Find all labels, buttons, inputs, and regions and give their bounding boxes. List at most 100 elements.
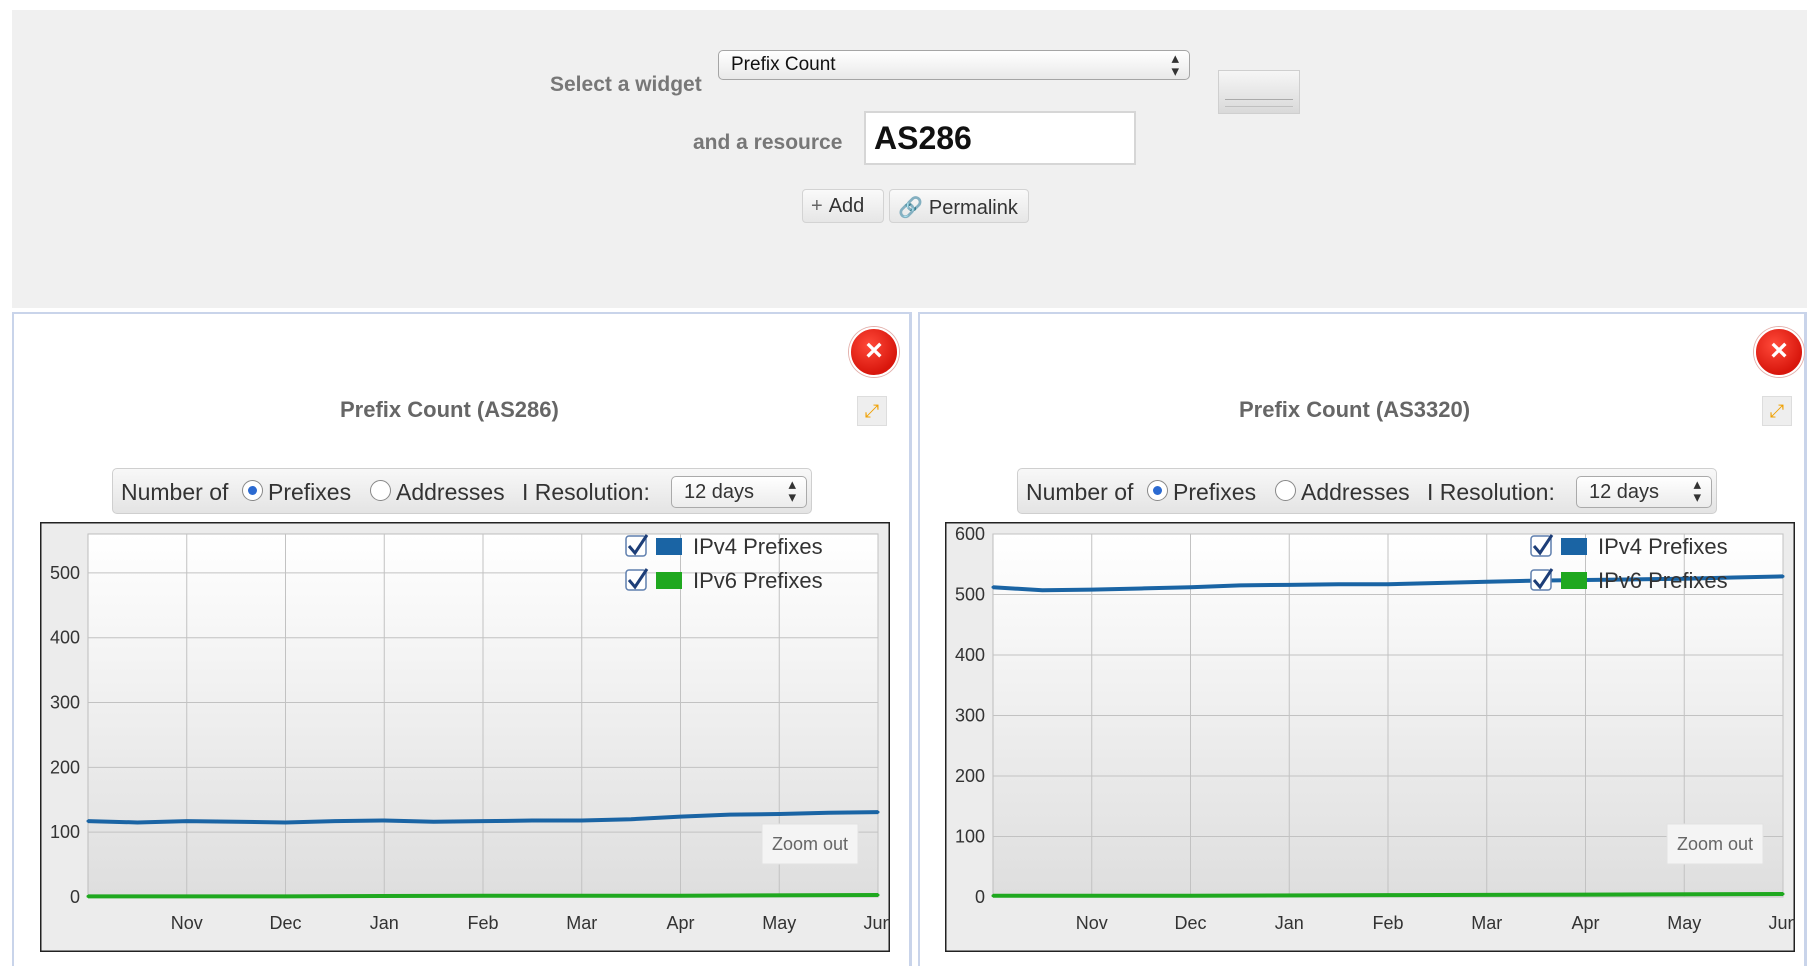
data-point: [333, 819, 337, 823]
x-tick-label: Jun: [863, 913, 890, 933]
expand-widget-button[interactable]: ⤢: [1762, 396, 1792, 426]
close-widget-button[interactable]: ×: [1754, 327, 1804, 377]
chart-options-toolbar: Number of Prefixes Addresses I Resolutio…: [1017, 468, 1717, 514]
prefixes-radio[interactable]: [1147, 480, 1168, 501]
y-tick-label: 0: [70, 887, 80, 907]
data-point: [1781, 574, 1785, 578]
legend-swatch: [656, 572, 682, 589]
y-tick-label: 500: [50, 563, 80, 583]
legend-label: IPv6 Prefixes: [693, 568, 823, 593]
y-tick-label: 200: [955, 766, 985, 786]
addresses-radio[interactable]: [370, 480, 391, 501]
x-tick-label: Nov: [1076, 913, 1108, 933]
y-tick-label: 0: [975, 887, 985, 907]
widget-preview-thumbnail: [1218, 70, 1300, 114]
data-point: [530, 819, 534, 823]
data-point: [728, 813, 732, 817]
resolution-label: I Resolution:: [1427, 479, 1555, 505]
x-tick-label: Apr: [1571, 913, 1599, 933]
y-tick-label: 600: [955, 524, 985, 544]
data-point: [1189, 894, 1192, 898]
data-point: [1337, 582, 1341, 586]
data-point: [185, 819, 189, 823]
x-tick-label: Feb: [1372, 913, 1403, 933]
y-tick-label: 400: [955, 645, 985, 665]
legend-label: IPv4 Prefixes: [1598, 534, 1728, 559]
number-of-label: Number of: [121, 479, 229, 505]
data-point: [1584, 893, 1587, 897]
y-tick-label: 500: [955, 585, 985, 605]
x-tick-label: Dec: [1174, 913, 1206, 933]
y-tick-label: 100: [50, 822, 80, 842]
data-point: [481, 819, 485, 823]
x-tick-label: Dec: [269, 913, 301, 933]
data-point: [86, 819, 90, 823]
addresses-label: Addresses: [396, 479, 505, 505]
resolution-label: I Resolution:: [522, 479, 650, 505]
close-widget-button[interactable]: ×: [849, 327, 899, 377]
number-of-label: Number of: [1026, 479, 1134, 505]
data-point: [876, 893, 880, 897]
legend-swatch: [1561, 572, 1587, 589]
data-point: [432, 820, 436, 824]
select-arrows-icon: ▴ ▾: [1693, 476, 1701, 506]
prefixes-radio[interactable]: [242, 480, 263, 501]
data-point: [86, 894, 90, 898]
select-arrows-icon: ▴ ▾: [788, 476, 796, 506]
data-point: [1287, 583, 1291, 587]
data-point: [1189, 585, 1192, 589]
zoom-out-label: Zoom out: [772, 834, 848, 854]
add-button[interactable]: + Add: [802, 189, 884, 223]
legend-label: IPv4 Prefixes: [693, 534, 823, 559]
resource-label: and a resource: [693, 131, 843, 154]
data-point: [777, 812, 781, 816]
resource-input[interactable]: [864, 111, 1136, 165]
expand-icon: ⤢: [864, 401, 880, 421]
x-tick-label: May: [1667, 913, 1701, 933]
select-widget-label: Select a widget: [550, 73, 702, 96]
x-tick-label: May: [762, 913, 796, 933]
addresses-radio[interactable]: [1275, 480, 1296, 501]
legend-swatch: [656, 538, 682, 555]
expand-widget-button[interactable]: ⤢: [857, 396, 887, 426]
x-tick-label: Apr: [666, 913, 694, 933]
widget-select-value: Prefix Count: [731, 54, 836, 75]
y-tick-label: 300: [955, 706, 985, 726]
widget-select[interactable]: Prefix Count ▴ ▾: [718, 50, 1190, 80]
data-point: [629, 817, 633, 821]
data-point: [1485, 580, 1489, 584]
x-tick-label: Jan: [370, 913, 399, 933]
data-point: [1386, 582, 1390, 586]
prefixes-label: Prefixes: [1173, 479, 1257, 505]
data-point: [234, 820, 238, 824]
x-tick-label: Jun: [1768, 913, 1795, 933]
addresses-label: Addresses: [1301, 479, 1410, 505]
data-point: [679, 815, 682, 819]
resolution-select[interactable]: 12 days ▴ ▾: [1576, 476, 1712, 508]
zoom-out-label: Zoom out: [1677, 834, 1753, 854]
data-point: [1139, 586, 1143, 590]
resolution-select[interactable]: 12 days ▴ ▾: [671, 476, 807, 508]
plus-icon: +: [811, 195, 823, 217]
widget-title: Prefix Count (AS3320): [1239, 397, 1471, 422]
data-point: [1435, 581, 1439, 585]
data-point: [284, 820, 287, 824]
data-point: [679, 894, 682, 898]
data-point: [1238, 583, 1242, 587]
prefix-count-chart-as286[interactable]: 0 100 200 300 400 500 Nov Dec Jan Feb Mar Apr May Jun…: [40, 522, 890, 952]
link-icon: 🔗: [898, 197, 923, 219]
prefix-count-chart-as3320[interactable]: 0 100 200 300 400 500 600 Nov Dec Jan Feb Mar Apr May…: [945, 522, 1795, 952]
x-tick-label: Nov: [171, 913, 203, 933]
y-tick-label: 100: [955, 827, 985, 847]
close-icon: ×: [1770, 334, 1788, 367]
close-icon: ×: [865, 334, 883, 367]
y-tick-label: 300: [50, 693, 80, 713]
permalink-button[interactable]: 🔗 Permalink: [889, 189, 1029, 223]
data-point: [481, 894, 485, 898]
data-point: [284, 894, 287, 898]
select-arrows-icon: ▴ ▾: [1171, 50, 1179, 80]
y-tick-label: 200: [50, 757, 80, 777]
data-point: [382, 819, 386, 823]
x-tick-label: Mar: [1471, 913, 1502, 933]
data-point: [827, 811, 831, 815]
